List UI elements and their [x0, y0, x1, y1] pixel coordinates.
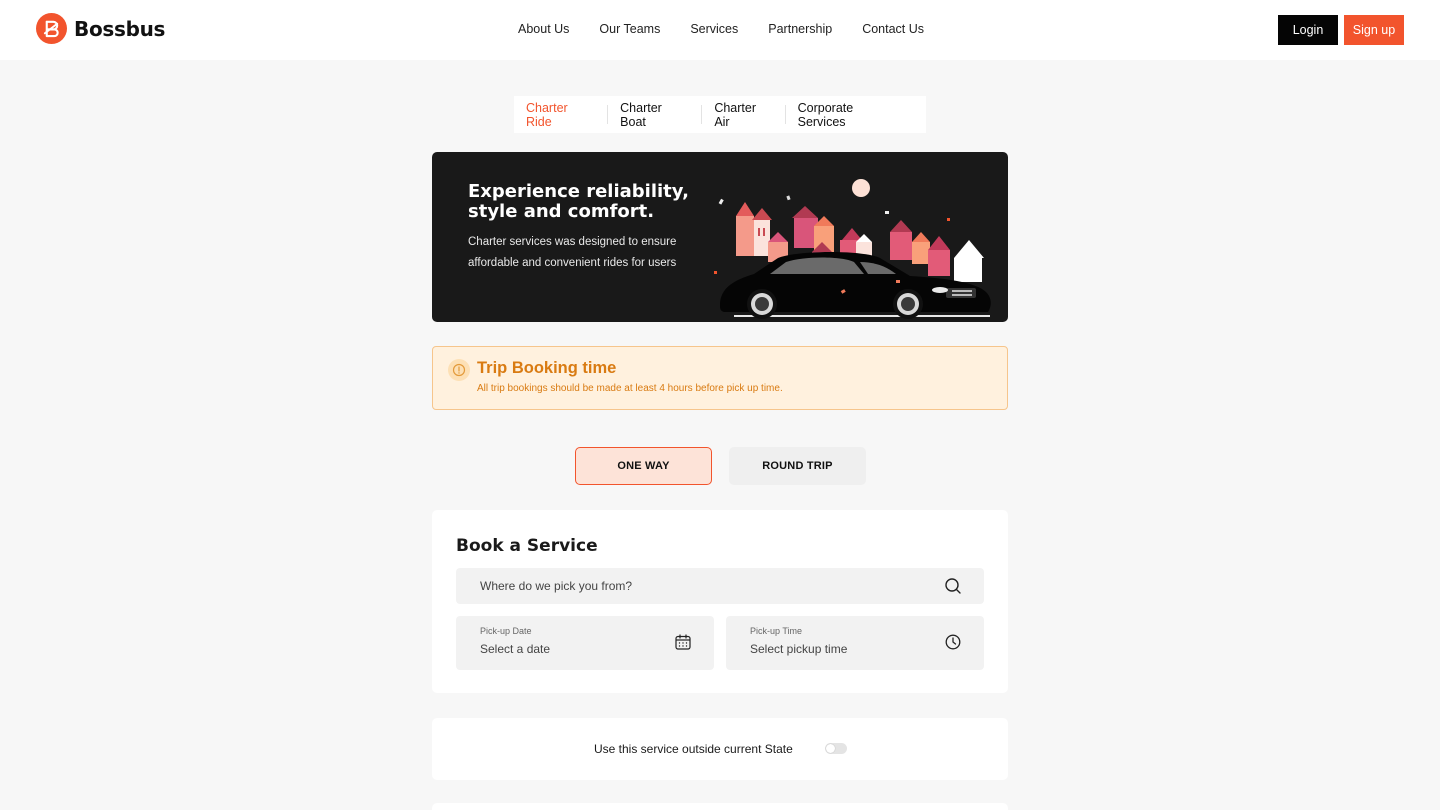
tab-charter-boat[interactable]: Charter Boat — [607, 101, 701, 129]
round-trip-button[interactable]: ROUND TRIP — [729, 447, 866, 485]
brand-name: Bossbus — [74, 16, 166, 41]
book-service-card: Book a Service Pick-up Date Select a dat… — [432, 510, 1008, 693]
one-way-button[interactable]: ONE WAY — [575, 447, 712, 485]
hero-subtitle: Charter services was designed to ensure … — [468, 236, 677, 269]
pickup-date-value: Select a date — [480, 642, 551, 656]
book-service-title: Book a Service — [456, 536, 598, 556]
pickup-date-label: Pick-up Date — [480, 626, 532, 636]
bossbus-logo-icon — [36, 13, 67, 44]
nav-our-teams[interactable]: Our Teams — [599, 22, 660, 36]
tab-corporate-services[interactable]: Corporate Services — [784, 101, 914, 129]
notice-text: All trip bookings should be made at leas… — [477, 383, 783, 394]
city-car-illustration — [714, 179, 991, 319]
service-tabs: Charter Ride Charter Boat Charter Air Co… — [514, 96, 926, 133]
pickup-time-field[interactable]: Pick-up Time Select pickup time — [726, 616, 984, 670]
search-icon[interactable] — [944, 577, 962, 595]
signup-button[interactable]: Sign up — [1344, 15, 1404, 45]
info-icon — [448, 359, 470, 381]
calendar-icon[interactable] — [674, 633, 692, 651]
nav-partnership[interactable]: Partnership — [768, 22, 832, 36]
login-button[interactable]: Login — [1278, 15, 1338, 45]
pickup-location-input[interactable] — [456, 568, 984, 604]
booking-time-notice: Trip Booking time All trip bookings shou… — [432, 346, 1008, 410]
tab-charter-air[interactable]: Charter Air — [701, 101, 784, 129]
nav-about-us[interactable]: About Us — [518, 22, 569, 36]
pickup-time-value: Select pickup time — [750, 642, 848, 656]
outside-state-card: Use this service outside current State — [432, 718, 1008, 780]
tab-charter-ride[interactable]: Charter Ride — [526, 101, 607, 129]
toggle-knob — [826, 744, 835, 753]
clock-icon[interactable] — [944, 633, 962, 651]
main-nav: About Us Our Teams Services Partnership … — [518, 22, 924, 36]
hero-title: Experience reliability, style and comfor… — [468, 181, 689, 222]
nav-contact-us[interactable]: Contact Us — [862, 22, 924, 36]
nav-services[interactable]: Services — [690, 22, 738, 36]
pickup-location-field — [456, 568, 984, 604]
top-header: Bossbus About Us Our Teams Services Part… — [0, 0, 1440, 60]
outside-state-toggle[interactable] — [825, 743, 847, 754]
next-section-card — [432, 803, 1008, 810]
pickup-date-field[interactable]: Pick-up Date Select a date — [456, 616, 714, 670]
outside-state-label: Use this service outside current State — [594, 742, 793, 756]
notice-title: Trip Booking time — [477, 359, 617, 377]
pickup-time-label: Pick-up Time — [750, 626, 803, 636]
brand[interactable]: Bossbus — [36, 13, 165, 44]
hero-banner: Experience reliability, style and comfor… — [432, 152, 1008, 322]
